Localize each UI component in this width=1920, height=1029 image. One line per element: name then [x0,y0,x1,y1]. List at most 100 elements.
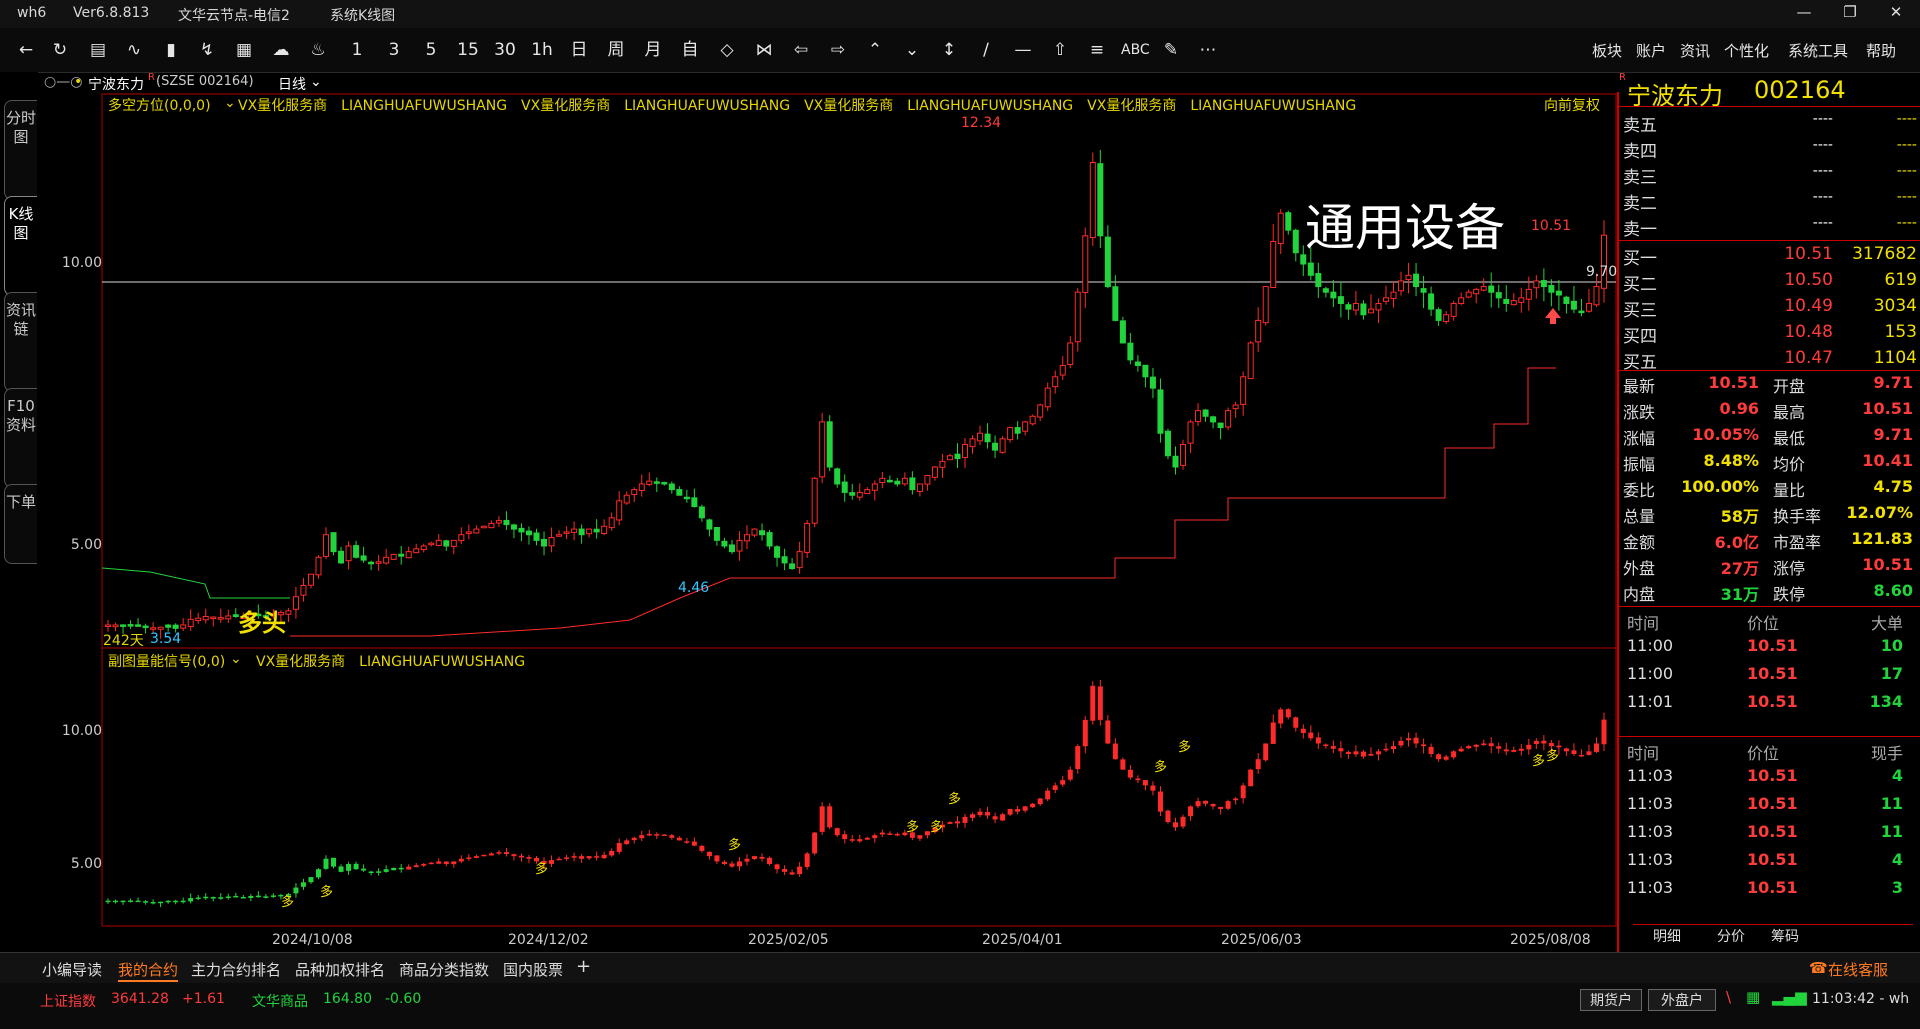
candle [931,466,938,478]
stat-item: 最新 10.51 [1619,373,1769,397]
candle [706,519,713,530]
tab-my-contracts[interactable]: 我的合约 [118,959,179,982]
tab-main-ranking[interactable]: 主力合约排名 [191,959,281,980]
candle [1164,430,1171,457]
candle [1059,365,1066,376]
buy-row[interactable]: 买三 10.49 3034 [1623,296,1917,321]
chevron-down-icon[interactable]: ⌄ [224,95,236,111]
tab-chips[interactable]: 筹码 [1771,926,1799,946]
stat-label: 涨停 [1773,559,1806,578]
table-row[interactable]: 11:03 10.51 11 [1619,794,1919,820]
candle [1413,273,1420,288]
sub-candle [1067,769,1073,780]
menu-personalize[interactable]: 个性化 [1724,40,1769,61]
candle [465,531,472,534]
stat-label: 外盘 [1623,559,1656,578]
sub-candle [203,896,209,899]
sub-indicator-name[interactable]: 副图量能信号(0,0) [108,651,225,671]
stat-item: 跌停 8.60 [1769,581,1919,605]
minimize-icon[interactable]: — [1784,3,1824,25]
restore-icon[interactable]: ❐ [1830,3,1870,25]
table-row[interactable]: 11:00 10.51 17 [1619,664,1919,690]
tab-domestic-stocks[interactable]: 国内股票 [503,959,563,980]
futures-account-button[interactable]: 期货户 [1580,989,1642,1011]
candle [759,530,766,536]
sub-candle [1105,720,1111,744]
sell-row[interactable]: 卖五 ---- ---- [1623,111,1917,136]
table-row[interactable]: 11:00 10.51 10 [1619,636,1919,662]
candle [924,475,931,485]
grid-icon[interactable]: ▦ [1746,988,1760,1006]
col-price: 价位 [1747,614,1780,633]
candle [360,555,367,561]
sub-candle [616,843,622,852]
candle [187,618,194,627]
headset-icon[interactable]: ☎ [1809,959,1828,977]
candle [1525,288,1532,300]
tab-price-dist[interactable]: 分价 [1717,926,1745,946]
buy-row[interactable]: 买二 10.50 619 [1623,270,1917,295]
buy-row[interactable]: 买五 10.47 1104 [1623,348,1917,373]
sub-candle [248,895,254,898]
candle [495,520,502,524]
menu-tools[interactable]: 系统工具 [1788,40,1848,61]
sell-row[interactable]: 卖四 ---- ---- [1623,137,1917,162]
sub-candle [225,896,231,898]
row-volume: 10 [1880,636,1903,655]
sell-row[interactable]: 卖二 ---- ---- [1623,189,1917,214]
adjust-mode[interactable]: 向前复权 [1544,95,1600,115]
sub-candle [338,866,344,872]
kline-chart[interactable] [0,0,1617,952]
menu-news[interactable]: 资讯 [1680,40,1710,61]
sub-candle [714,855,720,862]
chevron-down-icon[interactable]: ⌄ [230,651,242,667]
sub-candle [1210,803,1216,807]
tab-weighted-ranking[interactable]: 品种加权排名 [295,959,385,980]
candle [127,624,134,627]
index1-name[interactable]: 上证指数 [40,991,96,1011]
sub-candle [624,840,630,845]
stat-item: 涨停 10.51 [1769,555,1919,579]
tab-editor-guide[interactable]: 小编导读 [42,959,102,980]
sell-level: 卖五 [1623,116,1657,136]
candle [849,492,856,496]
add-tab-icon[interactable]: + [576,956,591,977]
candle [1240,376,1247,405]
row-time: 11:03 [1627,878,1674,897]
sub-candle [1090,685,1096,721]
sub-candle [1466,746,1472,749]
sub-candle [158,901,164,904]
foreign-account-button[interactable]: 外盘户 [1648,989,1716,1011]
sell-level: 卖四 [1623,142,1657,162]
main-indicator-name[interactable]: 多空方位(0,0,0) [108,95,211,115]
buy-row[interactable]: 买四 10.48 153 [1623,322,1917,347]
sub-candle [165,900,171,903]
table-row[interactable]: 11:03 10.51 4 [1619,850,1919,876]
menu-help[interactable]: 帮助 [1866,40,1896,61]
row-volume: 3 [1891,878,1903,897]
close-icon[interactable]: ✕ [1876,3,1916,25]
sub-candle [315,869,321,878]
duo-signal: 多 [1546,749,1560,764]
sell-row[interactable]: 卖三 ---- ---- [1623,163,1917,188]
table-row[interactable]: 11:01 10.51 134 [1619,692,1919,718]
candle [1157,389,1164,434]
index2-name[interactable]: 文华商品 [252,991,308,1011]
tab-category-index[interactable]: 商品分类指数 [399,959,489,980]
table-row[interactable]: 11:03 10.51 11 [1619,822,1919,848]
row-price: 10.51 [1747,636,1798,655]
table-row[interactable]: 11:03 10.51 4 [1619,766,1919,792]
candle [1360,303,1367,316]
stop-line-path [290,367,1556,637]
sub-candle [308,877,314,883]
table-row[interactable]: 11:03 10.51 3 [1619,878,1919,904]
buy-row[interactable]: 买一 10.51 317682 [1623,244,1917,269]
sell-row[interactable]: 卖一 ---- ---- [1623,215,1917,240]
sub-candle [451,861,457,865]
online-service[interactable]: 在线客服 [1828,959,1888,980]
sub-candle [894,833,900,836]
tab-detail[interactable]: 明细 [1653,926,1681,946]
sub-candle [782,868,788,872]
sub-candle [804,853,810,867]
menu-account[interactable]: 账户 [1636,40,1666,61]
